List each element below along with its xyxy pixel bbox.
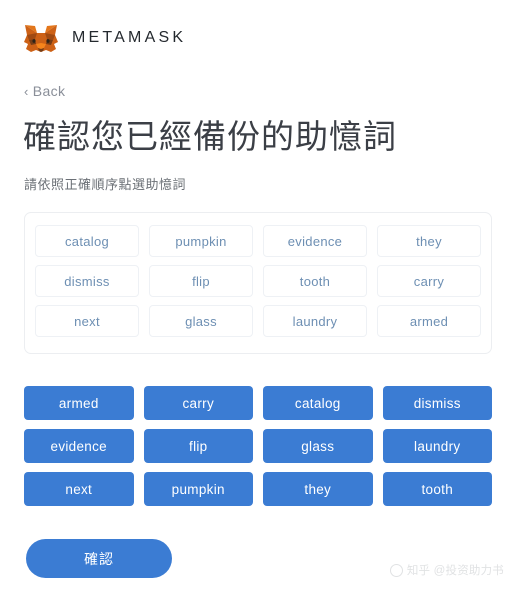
selected-word-slot[interactable]: glass [149, 305, 253, 337]
selected-word-slot[interactable]: next [35, 305, 139, 337]
word-bank-button[interactable]: glass [263, 429, 373, 463]
page-title: 確認您已經備份的助憶詞 [23, 118, 397, 155]
back-link[interactable]: ‹ Back [24, 83, 65, 99]
word-bank-button[interactable]: armed [24, 386, 134, 420]
watermark-circle-icon [389, 563, 403, 577]
word-bank-button[interactable]: dismiss [382, 386, 492, 420]
word-bank-button[interactable]: tooth [382, 472, 492, 506]
selected-word-slot[interactable]: catalog [35, 225, 139, 257]
selected-word-slot[interactable]: they [377, 225, 481, 257]
metamask-confirm-seed-screen: METAMASK ‹ Back 確認您已經備份的助憶詞 請依照正確順序點選助憶詞… [0, 0, 516, 596]
selected-word-slot[interactable]: armed [377, 305, 481, 337]
selected-word-slot[interactable]: flip [149, 265, 253, 297]
confirm-button[interactable]: 確認 [26, 539, 172, 578]
selected-word-slot[interactable]: dismiss [35, 265, 139, 297]
word-bank-button[interactable]: laundry [382, 429, 492, 463]
brand-header: METAMASK [24, 22, 186, 54]
selected-words-grid: catalog pumpkin evidence they dismiss fl… [35, 225, 481, 337]
word-bank-button[interactable]: flip [143, 429, 253, 463]
word-bank-button[interactable]: they [263, 472, 373, 506]
word-bank-button[interactable]: catalog [263, 386, 373, 420]
brand-name: METAMASK [72, 29, 187, 46]
page-subtitle: 請依照正確順序點選助憶詞 [24, 177, 187, 192]
watermark-text: 知乎 @投资助力书 [406, 565, 504, 577]
selected-words-panel: catalog pumpkin evidence they dismiss fl… [24, 212, 492, 354]
metamask-fox-icon [24, 22, 58, 54]
chevron-left-icon: ‹ [24, 83, 29, 99]
back-link-label: Back [32, 83, 66, 99]
selected-word-slot[interactable]: laundry [263, 305, 367, 337]
watermark: 知乎 @投资助力书 [389, 562, 504, 578]
word-bank-button[interactable]: carry [143, 386, 253, 420]
selected-word-slot[interactable]: tooth [263, 265, 367, 297]
selected-word-slot[interactable]: carry [377, 265, 481, 297]
selected-word-slot[interactable]: evidence [263, 225, 367, 257]
selected-word-slot[interactable]: pumpkin [149, 225, 253, 257]
word-bank-button[interactable]: pumpkin [143, 472, 253, 506]
word-bank-button[interactable]: evidence [24, 429, 134, 463]
word-bank-grid: armed carry catalog dismiss evidence fli… [24, 386, 492, 506]
word-bank-button[interactable]: next [24, 472, 134, 506]
